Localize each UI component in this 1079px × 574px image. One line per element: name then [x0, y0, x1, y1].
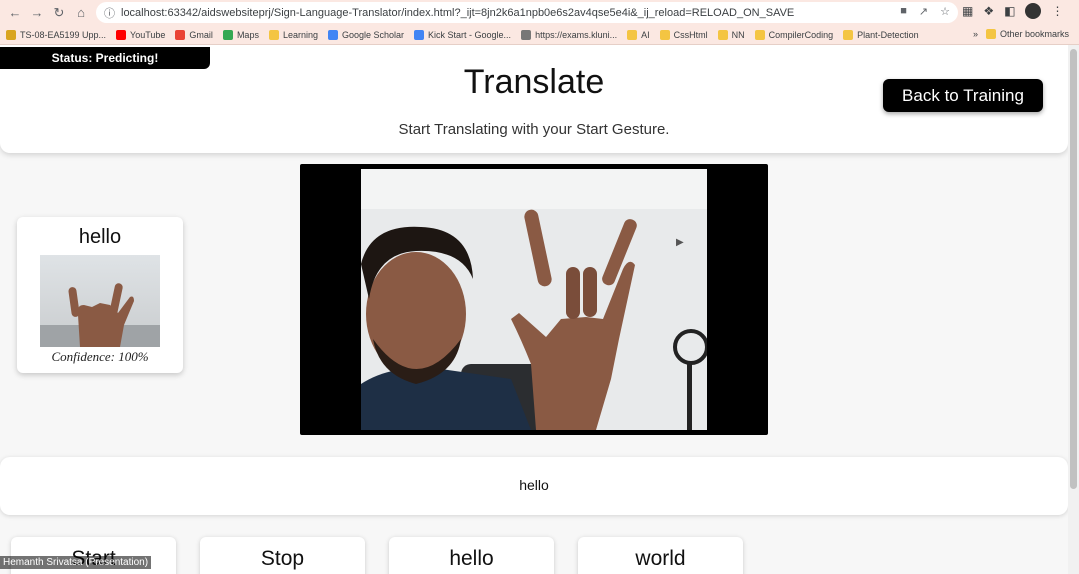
folder-icon [268, 29, 279, 40]
page-viewport: Translate Start Translating with your St… [0, 45, 1068, 574]
webcam-person-illustration [361, 169, 707, 430]
bookmark-maps[interactable]: Maps [222, 29, 259, 40]
camera-icon[interactable]: ■ [900, 5, 907, 18]
home-icon[interactable]: ⌂ [70, 2, 92, 24]
bookmark-compilercoding[interactable]: CompilerCoding [754, 29, 833, 40]
kebab-menu-icon[interactable]: ⋮ [1051, 4, 1063, 18]
mouse-cursor-icon: ▶ [676, 237, 684, 248]
bookmark-nn[interactable]: NN [717, 29, 745, 40]
more-bookmarks-icon[interactable]: » [973, 29, 978, 39]
bookmark-plant-detection[interactable]: Plant-Detection [843, 29, 919, 40]
extension-icon[interactable]: ▦ [962, 4, 973, 18]
other-bookmarks[interactable]: Other bookmarks [985, 29, 1069, 39]
page-subtitle: Start Translating with your Start Gestur… [398, 121, 670, 138]
url-text[interactable]: localhost:63342/aidswebsiteprj/Sign-Lang… [121, 7, 794, 19]
puzzle-icon[interactable]: ❖ [983, 4, 994, 18]
bookmark-google-scholar[interactable]: Google Scholar [327, 29, 404, 40]
bookmark-exams[interactable]: https://exams.kluni... [521, 29, 617, 40]
scrollbar-thumb[interactable] [1070, 49, 1077, 489]
youtube-icon [116, 29, 127, 40]
bookmark-item[interactable]: TS-08-EA5199 Upp... [6, 29, 106, 40]
bookmarks-bar: TS-08-EA5199 Upp... YouTube Gmail Maps L… [0, 25, 1079, 45]
folder-icon [717, 29, 728, 40]
bookmark-youtube[interactable]: YouTube [116, 29, 165, 40]
gmail-icon [175, 29, 186, 40]
maps-icon [222, 29, 233, 40]
gesture-button-hello[interactable]: hello [389, 537, 554, 574]
prediction-word: hello [78, 226, 122, 248]
confidence-label: Confidence: 100% [51, 349, 149, 364]
share-icon[interactable]: ↗ [919, 5, 928, 18]
sidepanel-icon[interactable]: ◧ [1004, 4, 1015, 18]
translation-output: hello [0, 457, 1068, 515]
bookmark-favicon-icon [6, 29, 16, 40]
back-to-training-button[interactable]: Back to Training [883, 79, 1043, 112]
gesture-button-stop[interactable]: Stop [200, 537, 365, 574]
output-text: hello [519, 477, 549, 493]
folder-icon [843, 29, 854, 40]
folder-icon [985, 29, 996, 39]
info-icon[interactable]: ⓘ [104, 5, 115, 21]
google-icon [414, 29, 425, 40]
webcam-frame [300, 164, 768, 435]
bookmark-ai[interactable]: AI [627, 29, 650, 40]
prediction-card: hello Confidence: 100% [17, 217, 183, 373]
bookmark-kick-start[interactable]: Kick Start - Google... [414, 29, 511, 40]
scholar-icon [327, 29, 338, 40]
status-badge: Status: Predicting! [0, 47, 210, 69]
profile-avatar[interactable] [1025, 3, 1042, 19]
back-arrow-icon[interactable]: ← [4, 2, 26, 24]
gesture-button-world[interactable]: world [578, 537, 743, 574]
forward-arrow-icon[interactable]: → [26, 2, 48, 24]
address-bar[interactable]: ⓘ localhost:63342/aidswebsiteprj/Sign-La… [96, 2, 958, 23]
bookmark-csshtml[interactable]: CssHtml [659, 29, 708, 40]
gesture-snapshot-image [40, 255, 160, 347]
gesture-hand-illustration [40, 283, 160, 347]
bookmark-learning[interactable]: Learning [268, 29, 318, 40]
folder-icon [754, 29, 765, 40]
webcam-video [361, 169, 707, 430]
browser-toolbar: ← → ↻ ⌂ ⓘ localhost:63342/aidswebsiteprj… [0, 0, 1079, 25]
star-icon[interactable]: ☆ [940, 5, 950, 18]
folder-icon [659, 29, 670, 40]
page-scrollbar[interactable] [1068, 45, 1079, 574]
folder-icon [627, 29, 638, 40]
bookmark-gmail[interactable]: Gmail [175, 29, 213, 40]
globe-icon [521, 29, 532, 40]
presenter-overlay: Hemanth Srivatsa (Presentation) [0, 556, 152, 569]
reload-icon[interactable]: ↻ [48, 2, 70, 24]
